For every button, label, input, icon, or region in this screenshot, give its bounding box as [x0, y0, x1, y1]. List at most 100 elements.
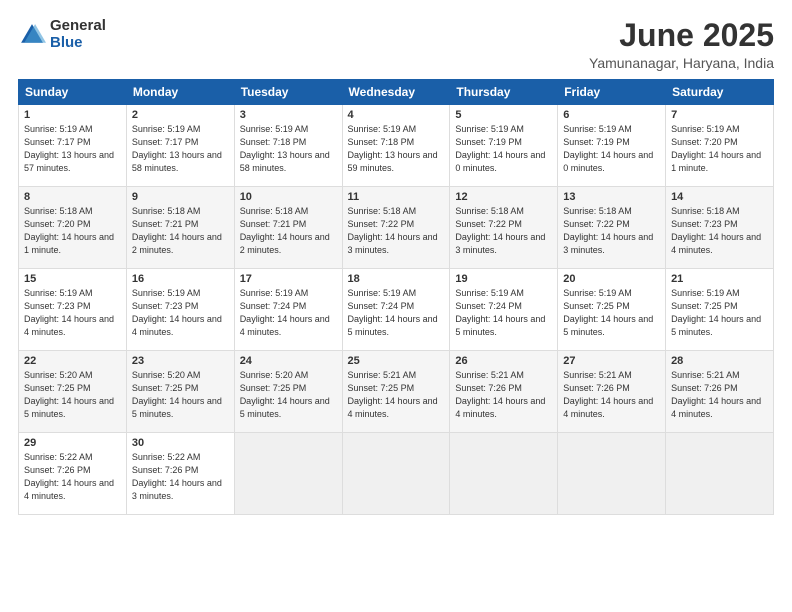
cell-details: Sunrise: 5:18 AMSunset: 7:21 PMDaylight:…	[240, 205, 337, 257]
day-number: 27	[563, 355, 660, 367]
cell-details: Sunrise: 5:19 AMSunset: 7:19 PMDaylight:…	[455, 123, 552, 175]
day-number: 26	[455, 355, 552, 367]
calendar-week-row: 29 Sunrise: 5:22 AMSunset: 7:26 PMDayligh…	[19, 433, 774, 515]
day-number: 28	[671, 355, 768, 367]
cell-details: Sunrise: 5:19 AMSunset: 7:23 PMDaylight:…	[24, 287, 121, 339]
weekday-header: Thursday	[450, 80, 558, 105]
cell-details: Sunrise: 5:22 AMSunset: 7:26 PMDaylight:…	[132, 451, 229, 503]
calendar-header: SundayMondayTuesdayWednesdayThursdayFrid…	[19, 80, 774, 105]
calendar-body: 1Sunrise: 5:19 AMSunset: 7:17 PMDaylight…	[19, 105, 774, 515]
day-number: 13	[563, 191, 660, 203]
day-number: 15	[24, 273, 121, 285]
day-number: 14	[671, 191, 768, 203]
calendar-cell: 25 Sunrise: 5:21 AMSunset: 7:25 PMDayligh…	[342, 351, 450, 433]
day-number: 19	[455, 273, 552, 285]
day-number: 2	[132, 109, 229, 121]
cell-details: Sunrise: 5:19 AMSunset: 7:17 PMDaylight:…	[24, 123, 121, 175]
cell-details: Sunrise: 5:20 AMSunset: 7:25 PMDaylight:…	[132, 369, 229, 421]
calendar-cell: 28 Sunrise: 5:21 AMSunset: 7:26 PMDayligh…	[666, 351, 774, 433]
cell-details: Sunrise: 5:22 AMSunset: 7:26 PMDaylight:…	[24, 451, 121, 503]
cell-details: Sunrise: 5:19 AMSunset: 7:18 PMDaylight:…	[348, 123, 445, 175]
cell-details: Sunrise: 5:19 AMSunset: 7:18 PMDaylight:…	[240, 123, 337, 175]
title-block: June 2025 Yamunanagar, Haryana, India	[589, 18, 774, 71]
cell-details: Sunrise: 5:19 AMSunset: 7:25 PMDaylight:…	[563, 287, 660, 339]
calendar-cell: 12Sunrise: 5:18 AMSunset: 7:22 PMDayligh…	[450, 187, 558, 269]
day-number: 23	[132, 355, 229, 367]
cell-details: Sunrise: 5:21 AMSunset: 7:25 PMDaylight:…	[348, 369, 445, 421]
day-number: 22	[24, 355, 121, 367]
cell-details: Sunrise: 5:19 AMSunset: 7:24 PMDaylight:…	[455, 287, 552, 339]
calendar-cell: 1Sunrise: 5:19 AMSunset: 7:17 PMDaylight…	[19, 105, 127, 187]
weekday-header: Wednesday	[342, 80, 450, 105]
logo-general: General	[50, 18, 106, 35]
weekday-header: Friday	[558, 80, 666, 105]
calendar-cell: 6 Sunrise: 5:19 AMSunset: 7:19 PMDaylight…	[558, 105, 666, 187]
cell-details: Sunrise: 5:19 AMSunset: 7:25 PMDaylight:…	[671, 287, 768, 339]
calendar-cell: 14 Sunrise: 5:18 AMSunset: 7:23 PMDayligh…	[666, 187, 774, 269]
calendar-cell: 11 Sunrise: 5:18 AMSunset: 7:22 PMDayligh…	[342, 187, 450, 269]
day-number: 5	[455, 109, 552, 121]
logo-text: General Blue	[50, 18, 106, 51]
cell-details: Sunrise: 5:21 AMSunset: 7:26 PMDaylight:…	[671, 369, 768, 421]
day-number: 25	[348, 355, 445, 367]
cell-details: Sunrise: 5:19 AMSunset: 7:23 PMDaylight:…	[132, 287, 229, 339]
day-number: 6	[563, 109, 660, 121]
day-number: 8	[24, 191, 121, 203]
day-number: 3	[240, 109, 337, 121]
calendar-cell: 17Sunrise: 5:19 AMSunset: 7:24 PMDayligh…	[234, 269, 342, 351]
calendar-cell	[342, 433, 450, 515]
day-number: 29	[24, 437, 121, 449]
cell-details: Sunrise: 5:18 AMSunset: 7:22 PMDaylight:…	[563, 205, 660, 257]
calendar-cell: 2 Sunrise: 5:19 AMSunset: 7:17 PMDaylight…	[126, 105, 234, 187]
day-number: 30	[132, 437, 229, 449]
calendar-cell: 29 Sunrise: 5:22 AMSunset: 7:26 PMDayligh…	[19, 433, 127, 515]
calendar-cell: 23 Sunrise: 5:20 AMSunset: 7:25 PMDayligh…	[126, 351, 234, 433]
weekday-header: Tuesday	[234, 80, 342, 105]
calendar-cell: 7Sunrise: 5:19 AMSunset: 7:20 PMDaylight…	[666, 105, 774, 187]
header: General Blue June 2025 Yamunanagar, Hary…	[18, 18, 774, 71]
day-number: 18	[348, 273, 445, 285]
weekday-header: Saturday	[666, 80, 774, 105]
cell-details: Sunrise: 5:19 AMSunset: 7:20 PMDaylight:…	[671, 123, 768, 175]
calendar-week-row: 1Sunrise: 5:19 AMSunset: 7:17 PMDaylight…	[19, 105, 774, 187]
weekday-header: Sunday	[19, 80, 127, 105]
location: Yamunanagar, Haryana, India	[589, 55, 774, 71]
cell-details: Sunrise: 5:21 AMSunset: 7:26 PMDaylight:…	[455, 369, 552, 421]
weekday-header: Monday	[126, 80, 234, 105]
calendar-cell: 26 Sunrise: 5:21 AMSunset: 7:26 PMDayligh…	[450, 351, 558, 433]
logo-icon	[18, 21, 46, 49]
calendar-cell: 5 Sunrise: 5:19 AMSunset: 7:19 PMDaylight…	[450, 105, 558, 187]
logo-blue: Blue	[50, 35, 106, 52]
calendar-cell: 21 Sunrise: 5:19 AMSunset: 7:25 PMDayligh…	[666, 269, 774, 351]
page: General Blue June 2025 Yamunanagar, Hary…	[0, 0, 792, 612]
cell-details: Sunrise: 5:18 AMSunset: 7:21 PMDaylight:…	[132, 205, 229, 257]
cell-details: Sunrise: 5:19 AMSunset: 7:24 PMDaylight:…	[348, 287, 445, 339]
calendar-cell: 22Sunrise: 5:20 AMSunset: 7:25 PMDayligh…	[19, 351, 127, 433]
weekday-row: SundayMondayTuesdayWednesdayThursdayFrid…	[19, 80, 774, 105]
cell-details: Sunrise: 5:19 AMSunset: 7:24 PMDaylight:…	[240, 287, 337, 339]
day-number: 11	[348, 191, 445, 203]
calendar-cell: 20 Sunrise: 5:19 AMSunset: 7:25 PMDayligh…	[558, 269, 666, 351]
cell-details: Sunrise: 5:19 AMSunset: 7:17 PMDaylight:…	[132, 123, 229, 175]
cell-details: Sunrise: 5:18 AMSunset: 7:23 PMDaylight:…	[671, 205, 768, 257]
logo: General Blue	[18, 18, 106, 51]
calendar-cell	[666, 433, 774, 515]
day-number: 20	[563, 273, 660, 285]
day-number: 16	[132, 273, 229, 285]
calendar-cell	[558, 433, 666, 515]
calendar-cell	[234, 433, 342, 515]
day-number: 21	[671, 273, 768, 285]
calendar-cell	[450, 433, 558, 515]
calendar-cell: 4Sunrise: 5:19 AMSunset: 7:18 PMDaylight…	[342, 105, 450, 187]
calendar-cell: 16 Sunrise: 5:19 AMSunset: 7:23 PMDayligh…	[126, 269, 234, 351]
cell-details: Sunrise: 5:19 AMSunset: 7:19 PMDaylight:…	[563, 123, 660, 175]
calendar-week-row: 8 Sunrise: 5:18 AMSunset: 7:20 PMDaylight…	[19, 187, 774, 269]
cell-details: Sunrise: 5:18 AMSunset: 7:20 PMDaylight:…	[24, 205, 121, 257]
calendar-table: SundayMondayTuesdayWednesdayThursdayFrid…	[18, 79, 774, 515]
calendar-cell: 10 Sunrise: 5:18 AMSunset: 7:21 PMDayligh…	[234, 187, 342, 269]
day-number: 10	[240, 191, 337, 203]
calendar-week-row: 22 Sunrise: 5:20 AMSunset: 7:25 PMDayligh…	[19, 351, 774, 433]
calendar-cell: 13 Sunrise: 5:18 AMSunset: 7:22 PMDayligh…	[558, 187, 666, 269]
calendar-cell: 15 Sunrise: 5:19 AMSunset: 7:23 PMDayligh…	[19, 269, 127, 351]
cell-details: Sunrise: 5:18 AMSunset: 7:22 PMDaylight:…	[348, 205, 445, 257]
